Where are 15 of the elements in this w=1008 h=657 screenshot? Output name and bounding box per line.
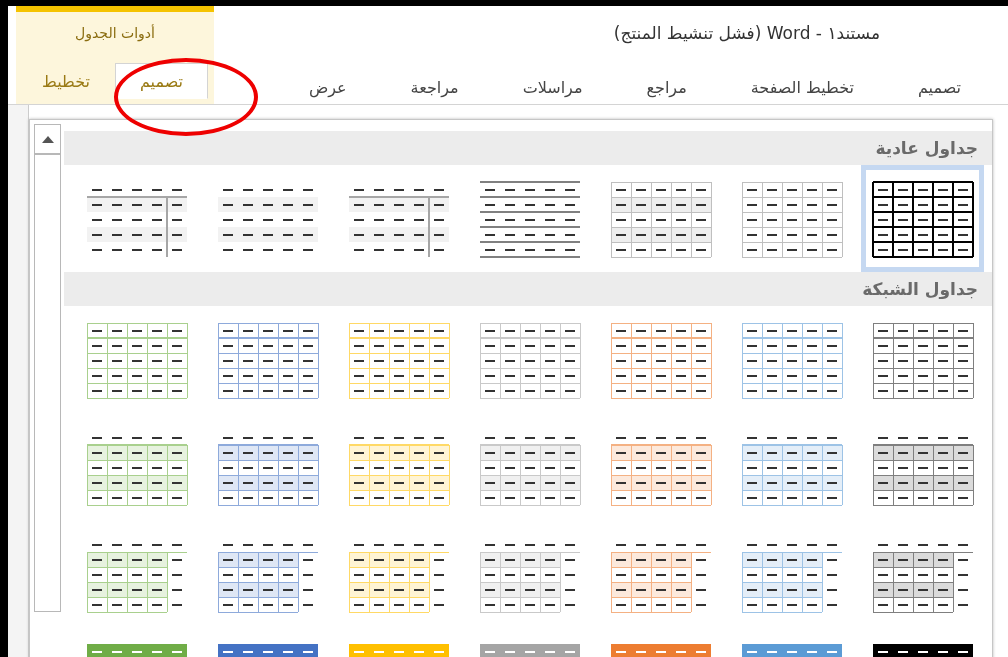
ribbon-tab[interactable]: تخطيط — [17, 63, 115, 99]
table-style-option[interactable] — [861, 165, 984, 272]
ribbon-tab[interactable]: عرض — [283, 69, 372, 105]
scroll-bar[interactable] — [34, 124, 61, 612]
section-title: جداول الشبكة — [862, 279, 978, 299]
tab-group-label: أدوات الجدول — [75, 23, 155, 44]
ribbon-tab[interactable]: تصميم — [114, 63, 208, 99]
ribbon-tab[interactable]: مراسلات — [497, 69, 608, 105]
up-triangle-icon — [41, 135, 54, 143]
ribbon-tab[interactable]: تصميم — [892, 69, 986, 105]
ribbon-tab[interactable]: تخطيط الصفحة — [725, 69, 879, 105]
ribbon-tab[interactable]: مراجع — [621, 69, 712, 105]
ribbon-tab[interactable]: مراجعة — [385, 69, 484, 105]
window-title: مستند١ - Word (فشل تنشيط المنتج) — [613, 23, 880, 43]
section-title: جداول عادية — [875, 138, 978, 158]
